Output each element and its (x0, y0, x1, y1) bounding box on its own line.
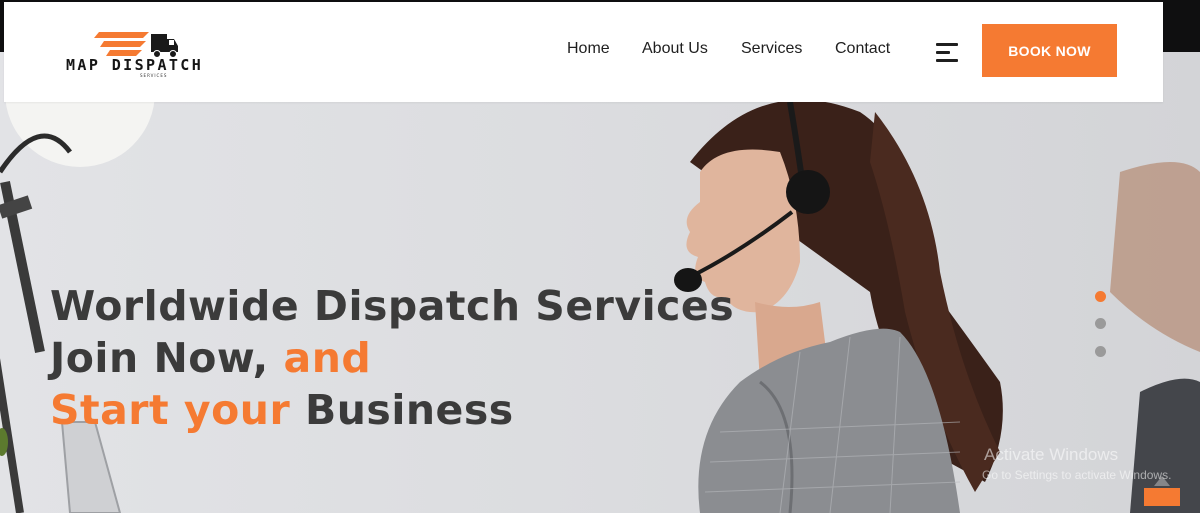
slider-dot-1[interactable] (1095, 291, 1106, 302)
headline-line-2-accent: and (283, 334, 372, 382)
headline-line-1: Worldwide Dispatch Services (50, 282, 735, 330)
nav-about-us[interactable]: About Us (642, 40, 708, 58)
slider-dot-3[interactable] (1095, 346, 1106, 357)
scroll-to-top-button[interactable] (1144, 476, 1180, 506)
logo[interactable]: MAP DISPATCH SERVICES (64, 28, 224, 84)
headline-line-2-dark: Join Now, (50, 334, 284, 382)
headline-line-3: Start your Business (50, 384, 734, 436)
nav-services[interactable]: Services (741, 40, 802, 58)
headline-line-2: Join Now, and (50, 332, 734, 384)
site-header: MAP DISPATCH SERVICES Home About Us Serv… (4, 2, 1163, 102)
nav-home[interactable]: Home (567, 40, 610, 58)
nav-contact[interactable]: Contact (835, 40, 890, 58)
headline-line-3-dark: Business (290, 386, 514, 434)
headline-line-3-accent: Start your (50, 386, 291, 434)
activate-windows-title: Activate Windows (984, 445, 1119, 464)
hero-headline: Worldwide Dispatch Services Join Now, an… (50, 280, 734, 436)
activate-windows-subtitle: Go to Settings to activate Windows. (982, 468, 1172, 482)
hamburger-menu-icon[interactable] (936, 43, 960, 63)
slider-dot-2[interactable] (1095, 318, 1106, 329)
brand-tagline: SERVICES (140, 73, 168, 78)
book-now-button[interactable]: BOOK NOW (982, 24, 1117, 77)
brand-name: MAP DISPATCH (66, 56, 204, 74)
